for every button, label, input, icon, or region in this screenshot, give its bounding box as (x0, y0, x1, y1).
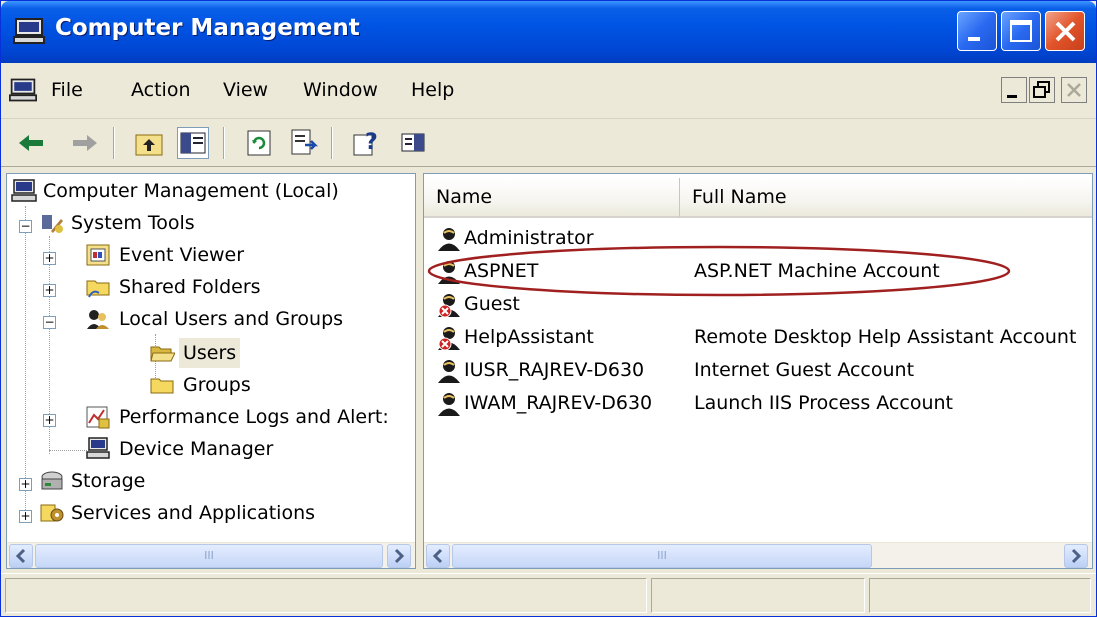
expand-toggle[interactable]: + (43, 252, 56, 265)
expand-toggle[interactable]: + (19, 510, 32, 523)
window-title: Computer Management (55, 15, 360, 41)
menu-help[interactable]: Help (411, 79, 454, 101)
refresh-icon (247, 130, 271, 156)
status-panel-tertiary (869, 578, 1091, 613)
menu-action[interactable]: Action (131, 79, 191, 101)
scroll-right-button[interactable] (1064, 544, 1088, 568)
restore-icon (1033, 81, 1050, 98)
menu-view[interactable]: View (223, 79, 268, 101)
export-list-icon (291, 129, 319, 155)
storage-icon (41, 471, 63, 490)
list-horizontal-scrollbar[interactable]: III (424, 542, 1092, 568)
computer-icon (11, 179, 37, 202)
folder-icon (150, 378, 174, 394)
tree-label: System Tools (71, 212, 195, 234)
up-one-level-button[interactable] (133, 127, 165, 159)
performance-logs-icon (86, 406, 110, 429)
help-icon: ? (353, 130, 378, 156)
tree-label: Storage (71, 470, 146, 492)
status-bar (1, 573, 1096, 616)
toolbar-separator (113, 127, 115, 159)
tree-label: Services and Applications (71, 502, 316, 524)
menu-bar: File Action View Window Help (1, 63, 1096, 119)
scroll-left-button[interactable] (426, 544, 450, 568)
status-panel-secondary (651, 578, 865, 613)
chevron-left-icon (15, 548, 26, 564)
services-icon (40, 504, 64, 522)
scroll-thumb[interactable]: III (35, 544, 383, 568)
computer-management-window: Computer Management File Action View Win… (0, 0, 1097, 617)
tree-label: Groups (183, 374, 251, 396)
folder-up-icon (135, 134, 163, 156)
show-hide-action-pane-button[interactable] (397, 127, 429, 159)
toolbar-separator (331, 127, 333, 159)
system-menu-icon[interactable] (9, 77, 37, 103)
tree-label: Users (179, 338, 241, 368)
tree-connector (49, 450, 89, 451)
mdi-close-button[interactable] (1061, 77, 1087, 103)
expand-toggle[interactable]: + (43, 414, 56, 427)
maximize-button[interactable] (1001, 11, 1041, 51)
details-list: Name Full Name Administrator ASPNET ASP.NE… (423, 173, 1093, 569)
users-group-icon (87, 310, 109, 329)
svg-text:?: ? (365, 130, 378, 155)
menu-window[interactable]: Window (303, 79, 378, 101)
console-tree: Computer Management (Local) − System Too… (6, 173, 416, 569)
collapse-toggle[interactable]: − (19, 220, 32, 233)
minimize-icon (1007, 95, 1017, 98)
refresh-button[interactable] (243, 127, 275, 159)
expand-toggle[interactable]: + (43, 284, 56, 297)
toolbar-separator (223, 127, 225, 159)
forward-arrow-icon (73, 135, 97, 151)
maximize-icon (1010, 20, 1032, 42)
tree-label: Device Manager (119, 438, 274, 460)
tree-label: Event Viewer (119, 244, 245, 266)
close-button[interactable] (1045, 11, 1085, 51)
scroll-thumb[interactable]: III (452, 544, 872, 568)
scroll-right-button[interactable] (387, 544, 411, 568)
minimize-button[interactable] (957, 11, 997, 51)
action-pane-icon (401, 133, 425, 152)
help-button[interactable]: ? (351, 127, 383, 159)
mdi-minimize-button[interactable] (1001, 77, 1027, 103)
status-panel-main (5, 578, 647, 613)
back-arrow-icon (19, 135, 43, 151)
title-bar[interactable]: Computer Management (1, 1, 1096, 63)
tree-horizontal-scrollbar[interactable]: III (7, 542, 415, 568)
event-viewer-icon (86, 244, 110, 266)
shared-folder-icon (86, 280, 110, 298)
forward-button[interactable] (69, 127, 101, 159)
device-manager-icon (86, 437, 110, 459)
close-icon (1067, 83, 1081, 97)
highlight-ellipse (427, 245, 1011, 297)
tree-label: Local Users and Groups (119, 308, 344, 330)
export-list-button[interactable] (287, 127, 319, 159)
collapse-toggle[interactable]: − (43, 316, 56, 329)
toolbar: ? (1, 119, 1096, 167)
console-tree-icon (180, 132, 206, 154)
minimize-icon (968, 37, 980, 41)
open-folder-icon (150, 346, 175, 362)
show-hide-console-tree-button[interactable] (177, 127, 209, 159)
menu-file[interactable]: File (51, 79, 83, 101)
back-button[interactable] (15, 127, 47, 159)
chevron-right-icon (394, 548, 405, 564)
chevron-right-icon (1071, 548, 1082, 564)
tree-label: Performance Logs and Alert: (119, 406, 389, 428)
tree-label: Computer Management (Local) (43, 180, 339, 202)
close-icon (1055, 21, 1076, 42)
expand-toggle[interactable]: + (19, 478, 32, 491)
computer-icon (13, 18, 45, 44)
scroll-left-button[interactable] (9, 544, 33, 568)
tree-label: Shared Folders (119, 276, 261, 298)
mdi-restore-button[interactable] (1029, 77, 1055, 103)
chevron-left-icon (432, 548, 443, 564)
tools-icon (42, 215, 63, 233)
tree-connector (25, 206, 26, 516)
